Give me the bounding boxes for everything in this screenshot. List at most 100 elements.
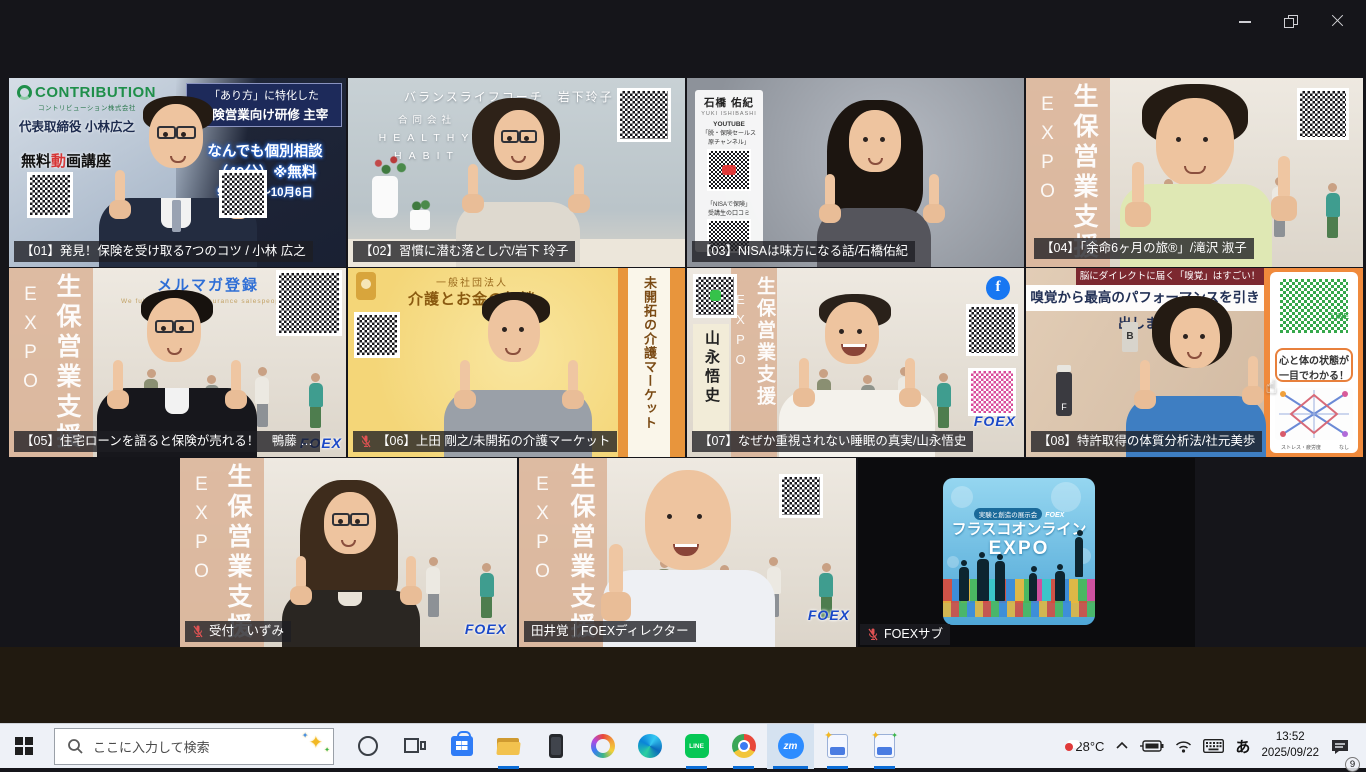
start-button[interactable] [0,724,48,769]
instagram-qr-code [968,368,1016,416]
taskbar-file-explorer-button[interactable] [485,724,532,769]
mic-muted-icon [192,625,204,638]
participant-label: 【06】上田 剛之/未開拓の介護マーケット [353,431,617,452]
notification-icon [1330,738,1350,755]
qr-code [966,304,1018,356]
participant-label: 受付 いずみ [185,621,291,642]
window-lower-area [0,647,1366,723]
video-tile-07-yamanaga[interactable]: 山永悟史 EXPO 生保営業支援 f FOEX 【07】なぜか重視されない睡眠の… [687,268,1024,457]
taskbar-edge-button[interactable] [626,724,673,769]
file-explorer-icon [497,736,521,756]
participant-label: 【02】習慣に潜む落とし穴/岩下 玲子 [353,241,575,262]
weather-button[interactable]: 28°C [1070,724,1104,768]
clock-date: 2025/09/22 [1261,746,1319,762]
video-tile-06-ueda[interactable]: 一般社団法人 介護とお金の相談 未開拓の介護マーケット 【06】上田 剛之/未開… [348,268,685,457]
document-sparkle-icon: ✦ [827,734,848,758]
taskbar-cortana-button[interactable] [344,724,391,769]
close-button[interactable] [1314,6,1360,36]
mic-muted-icon [867,628,879,641]
participant-label: 【01】発見！保険を受け取る7つのコツ / 小林 広之 [14,241,313,262]
weather-alert-badge [1065,743,1073,751]
search-placeholder: ここに入力して検索 [93,737,210,756]
restore-button[interactable] [1268,6,1314,36]
video-tile-05-kamofuji[interactable]: EXPO 生保営業支援 メルマガ登録 We fully support life… [9,268,346,457]
microsoft-store-icon [451,736,473,756]
participant-label: FOEXサブ [860,624,950,645]
taskbar-task-view-button[interactable] [391,724,438,769]
video-tile-03-ishibashi[interactable]: 石橋 佑紀 YUKI ISHIBASHI YOUTUBE 「脱・保険セールス 原… [687,78,1024,267]
participant-label: 【07】なぜか重視されない睡眠の真実/山永悟史 [692,431,973,452]
participant-person [348,268,685,457]
participant-person [180,458,517,647]
taskbar-copilot-button[interactable] [579,724,626,769]
participant-label: 【08】特許取得の体質分析法/社元美歩 [1031,431,1262,452]
card-title-expo: EXPO [943,538,1095,560]
qr-code [219,170,267,218]
video-tile-foex-sub[interactable]: 実験と創造の展示会FOEX フラスコオンライン EXPO FOEXサブ [858,458,1195,647]
window-controls [1222,6,1360,36]
facebook-icon: f [986,276,1010,300]
line-qr-code [693,274,737,318]
taskbar-search-box[interactable]: ここに入力して検索 ✦✦✦ [54,728,334,765]
line-qr-code [1277,276,1351,336]
minimize-button[interactable] [1222,6,1268,36]
copilot-sparkle-icon: ✦✦✦ [309,733,323,753]
avatar-card: 実験と創造の展示会FOEX フラスコオンライン EXPO [943,478,1095,625]
video-tile-tai-foex-director[interactable]: EXPO 生保営業支援 FOEX 田井覚｜FOEXディレクター [519,458,856,647]
ime-indicator[interactable]: あ [1235,724,1250,768]
pinned-apps: LINE zm ✦ ✦✦ [344,724,908,769]
task-view-icon [404,737,426,755]
keyboard-icon [1203,739,1224,753]
taskbar-chrome-button[interactable] [720,724,767,769]
video-tile-08-shamoto[interactable]: 脳にダイレクトに届く「嗅覚」はすごい！ 嗅覚から最高のパフォーマンスを引き出しま… [1026,268,1363,457]
edge-icon [638,734,662,758]
line-label: LINE [1331,312,1349,321]
taskbar-phone-button[interactable] [532,724,579,769]
foex-logo: FOEX [808,607,850,623]
participant-label: 田井覚｜FOEXディレクター [524,621,696,642]
taskbar-clock[interactable]: 13:522025/09/22 [1261,724,1319,768]
mic-muted-icon [360,435,372,448]
system-tray: 28°C あ 13:522025/09/22 9 [1070,724,1366,768]
participant-label: 【04】「余命6ヶ月の旅®」/滝沢 淑子 [1034,238,1254,259]
notification-count-badge: 9 [1345,757,1360,772]
touch-keyboard-button[interactable] [1203,724,1224,768]
wifi-icon [1175,740,1192,753]
qr-code [354,312,400,358]
search-icon [67,738,83,754]
video-tile-reception-izumi[interactable]: EXPO 生保営業支援 FOEX 受付 いずみ [180,458,517,647]
windows-logo-icon [15,737,33,755]
qr-code [617,88,671,142]
cortana-icon [358,736,378,756]
video-tile-04-takizawa[interactable]: EXPO 生保営業支援 【04】「余命6ヶ月の旅®」/滝沢 淑子 [1026,78,1363,267]
zoom-app-icon: zm [778,733,804,759]
action-center-button[interactable]: 9 [1330,724,1358,768]
zoom-window: CONTRIBUTION コントリビューション株式会社 代表取締役 小林広之 無… [0,0,1366,768]
windows-taskbar: ここに入力して検索 ✦✦✦ LINE zm ✦ ✦✦ 28°C [0,723,1366,768]
chrome-icon [732,734,756,758]
taskbar-document-app-button[interactable]: ✦ [814,724,861,769]
qr-code [276,270,342,336]
mosaic-strip [943,601,1095,617]
battery-icon [1140,740,1164,752]
taskbar-zoom-button[interactable]: zm [767,724,814,769]
foex-logo: FOEX [465,621,507,637]
qr-code [1297,88,1349,140]
tray-overflow-chevron[interactable] [1115,724,1129,768]
taskbar-document-app-2-button[interactable]: ✦✦ [861,724,908,769]
phone-link-icon [549,734,563,758]
copilot-icon [591,734,615,758]
participant-label: 【05】住宅ローンを語ると保険が売れる！ 鴨藤 … [14,431,320,452]
taskbar-store-button[interactable] [438,724,485,769]
document-sparkle-icon: ✦✦ [874,734,895,758]
network-indicator[interactable] [1175,724,1192,768]
qr-code [779,474,823,518]
participant-person [687,78,1024,267]
battery-indicator[interactable] [1140,724,1164,768]
clock-time: 13:52 [1261,730,1319,746]
video-tile-02-iwashita[interactable]: バランスライフコーチ 岩下玲子 合同会社 HEALTHY HABIT 【02】習… [348,78,685,267]
video-tile-01-kobayashi[interactable]: CONTRIBUTION コントリビューション株式会社 代表取締役 小林広之 無… [9,78,346,267]
taskbar-line-button[interactable]: LINE [673,724,720,769]
line-app-icon: LINE [685,734,709,758]
qr-code [27,172,73,218]
